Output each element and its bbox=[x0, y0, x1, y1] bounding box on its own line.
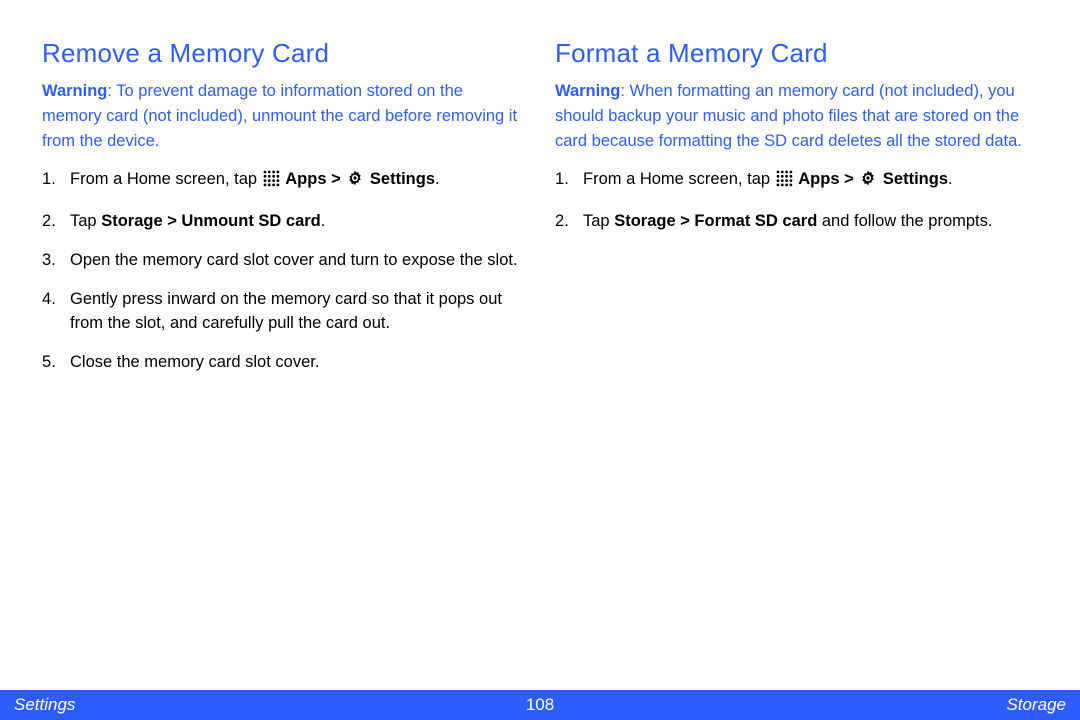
page-number: 108 bbox=[526, 695, 554, 715]
right-column: Format a Memory Card Warning: When forma… bbox=[555, 38, 1040, 389]
list-item: Close the memory card slot cover. bbox=[42, 350, 527, 375]
settings-gear-icon bbox=[859, 169, 877, 195]
apps-grid-icon bbox=[263, 170, 280, 195]
settings-gear-icon bbox=[346, 169, 364, 195]
footer-right: Storage bbox=[1006, 695, 1066, 715]
list-item: Tap Storage > Unmount SD card. bbox=[42, 209, 527, 234]
list-item: From a Home screen, tap Apps > bbox=[555, 167, 1040, 195]
warning-format: Warning: When formatting an memory card … bbox=[555, 79, 1040, 153]
page-footer: Settings 108 Storage bbox=[0, 690, 1080, 720]
steps-format: From a Home screen, tap Apps > bbox=[555, 167, 1040, 234]
left-column: Remove a Memory Card Warning: To prevent… bbox=[42, 38, 527, 389]
list-item: From a Home screen, tap Apps > bbox=[42, 167, 527, 195]
list-item: Tap Storage > Format SD card and follow … bbox=[555, 209, 1040, 234]
steps-remove: From a Home screen, tap Apps > bbox=[42, 167, 527, 375]
heading-remove: Remove a Memory Card bbox=[42, 38, 527, 69]
apps-grid-icon bbox=[776, 170, 793, 195]
heading-format: Format a Memory Card bbox=[555, 38, 1040, 69]
warning-remove: Warning: To prevent damage to informatio… bbox=[42, 79, 527, 153]
footer-left: Settings bbox=[14, 695, 75, 715]
list-item: Gently press inward on the memory card s… bbox=[42, 287, 527, 337]
list-item: Open the memory card slot cover and turn… bbox=[42, 248, 527, 273]
